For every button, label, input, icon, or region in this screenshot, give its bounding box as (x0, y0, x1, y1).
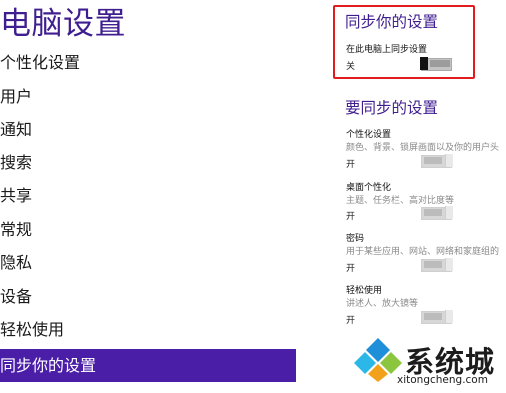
sync-item-state: 开 (346, 316, 356, 326)
nav-item-search[interactable]: 搜索 (0, 148, 296, 178)
settings-to-sync-title: 要同步的设置 (345, 99, 439, 117)
toggle-thumb (445, 310, 453, 323)
sync-item-desc: 讲述人、放大镜等 (346, 299, 419, 309)
nav-item-ease-of-access[interactable]: 轻松使用 (0, 315, 296, 345)
watermark-domain: xitongcheng.com (397, 374, 488, 386)
sync-item-label: 个性化设置 (346, 130, 392, 140)
sync-item-desc: 颜色、背景、锁屏画面以及你的用户头 (346, 143, 500, 153)
sync-item-state: 开 (346, 160, 356, 170)
toggle-fill (424, 209, 442, 216)
toggle-thumb (445, 206, 453, 219)
nav-item-devices[interactable]: 设备 (0, 282, 296, 312)
nav-item-notifications[interactable]: 通知 (0, 115, 296, 145)
sync-item-desc: 用于某些应用、网站、网络和家庭组的 (346, 247, 500, 257)
page-title: 电脑设置 (0, 6, 126, 42)
toggle-fill (424, 261, 442, 268)
nav-item-personalization[interactable]: 个性化设置 (0, 48, 296, 78)
toggle-fill (424, 313, 442, 320)
toggle-thumb (445, 258, 453, 271)
sync-item-desc: 主题、任务栏、高对比度等 (346, 196, 455, 206)
toggle-thumb (445, 154, 453, 167)
nav-item-general[interactable]: 常规 (0, 215, 296, 245)
desktop-personalization-sync-toggle[interactable] (421, 206, 453, 220)
diamond-logo-icon (354, 338, 402, 382)
personalization-sync-toggle[interactable] (421, 154, 453, 168)
nav-item-share[interactable]: 共享 (0, 181, 296, 211)
sync-item-label: 轻松使用 (346, 286, 383, 296)
sync-item-label: 密码 (346, 234, 365, 244)
left-pane: 电脑设置 个性化设置 用户 通知 搜索 共享 常规 隐私 设备 轻松使用 同步你… (0, 0, 296, 393)
watermark: 系统城 xitongcheng.com (353, 336, 506, 393)
passwords-sync-toggle[interactable] (421, 258, 453, 272)
sync-item-state: 开 (346, 264, 356, 274)
sync-item-label: 桌面个性化 (346, 183, 392, 193)
sync-item-state: 开 (346, 212, 356, 222)
ease-of-access-sync-toggle[interactable] (421, 310, 453, 324)
nav-item-privacy[interactable]: 隐私 (0, 248, 296, 278)
nav-item-sync-settings[interactable]: 同步你的设置 (0, 349, 296, 382)
highlight-box (333, 5, 475, 79)
nav-item-users[interactable]: 用户 (0, 82, 296, 112)
toggle-fill (424, 157, 442, 164)
